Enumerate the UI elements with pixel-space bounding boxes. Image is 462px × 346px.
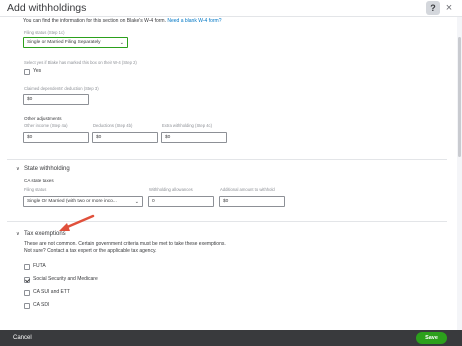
scrollbar-thumb[interactable] bbox=[458, 37, 461, 157]
dialog-title: Add withholdings bbox=[7, 2, 87, 14]
scrollbar[interactable] bbox=[457, 17, 462, 330]
dialog-header: Add withholdings ? × bbox=[0, 0, 462, 17]
annotation-arrow-icon bbox=[59, 214, 95, 231]
close-icon[interactable]: × bbox=[443, 1, 455, 15]
dialog-footer: Cancel Save bbox=[0, 330, 462, 346]
help-icon[interactable]: ? bbox=[426, 1, 440, 15]
dialog-content: You can find the information for this se… bbox=[0, 17, 462, 330]
cancel-button[interactable]: Cancel bbox=[13, 333, 32, 343]
add-withholdings-dialog: Add withholdings ? × You can find the in… bbox=[0, 0, 462, 346]
save-button[interactable]: Save bbox=[416, 332, 447, 344]
